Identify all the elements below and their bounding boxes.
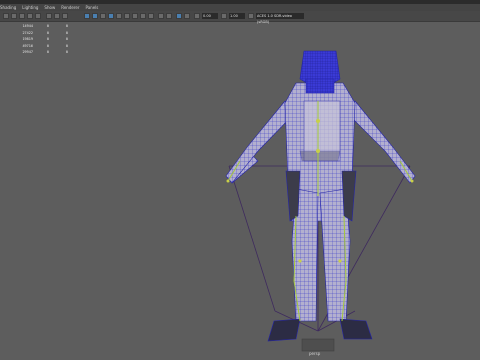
- view-name-label: persp: [309, 351, 321, 356]
- grid-toggle-icon[interactable]: [46, 13, 52, 19]
- image-plane-icon[interactable]: [62, 13, 68, 19]
- wireframe-on-shaded-icon[interactable]: [108, 13, 114, 19]
- select-tool-icon[interactable]: [3, 13, 9, 19]
- resolution-gate-icon[interactable]: [184, 13, 190, 19]
- exposure-field[interactable]: 0.00: [202, 13, 218, 19]
- gamma-field[interactable]: 1.00: [229, 13, 245, 19]
- viewport-menu-bar: Shading Lighting Show Renderer Panels: [0, 4, 480, 11]
- lights-icon[interactable]: [116, 13, 122, 19]
- menu-show[interactable]: Show: [44, 4, 55, 11]
- isolate-icon[interactable]: [158, 13, 164, 19]
- xray-joints-icon[interactable]: [176, 13, 182, 19]
- menu-shading[interactable]: Shading: [0, 4, 16, 11]
- ambient-occlusion-icon[interactable]: [132, 13, 138, 19]
- rotate-tool-icon[interactable]: [19, 13, 25, 19]
- camera-icon[interactable]: [35, 13, 41, 19]
- character-mesh[interactable]: [225, 50, 416, 342]
- move-tool-icon[interactable]: [11, 13, 17, 19]
- xray-icon[interactable]: [166, 13, 172, 19]
- scale-tool-icon[interactable]: [27, 13, 33, 19]
- color-management-icon[interactable]: [248, 13, 254, 19]
- antialiasing-icon[interactable]: [140, 13, 146, 19]
- color-space-dropdown[interactable]: ACES 1.0 SDR-video (sRGB): [256, 13, 304, 24]
- menu-panels[interactable]: Panels: [85, 4, 98, 11]
- gamma-icon: [221, 13, 227, 19]
- shadows-icon[interactable]: [124, 13, 130, 19]
- menu-renderer[interactable]: Renderer: [61, 4, 79, 11]
- textured-toggle-icon[interactable]: [100, 13, 106, 19]
- menu-lighting[interactable]: Lighting: [22, 4, 38, 11]
- 3d-viewport[interactable]: [0, 21, 480, 360]
- maya-application: Shading Lighting Show Renderer Panels 0.…: [0, 0, 480, 360]
- shaded-toggle-icon[interactable]: [92, 13, 98, 19]
- depth-of-field-icon[interactable]: [148, 13, 154, 19]
- exposure-icon: [194, 13, 200, 19]
- bookmark-icon[interactable]: [54, 13, 60, 19]
- ground-plane-marker: [301, 338, 335, 352]
- wireframe-toggle-icon[interactable]: [84, 13, 90, 19]
